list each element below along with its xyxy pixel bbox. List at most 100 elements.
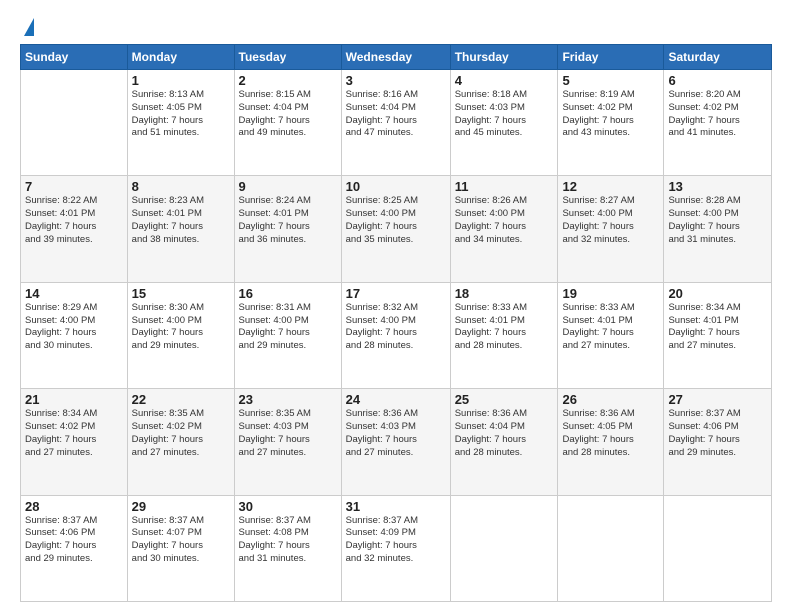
day-header-wednesday: Wednesday <box>341 45 450 70</box>
day-number: 25 <box>455 392 554 407</box>
day-info: Sunrise: 8:36 AM Sunset: 4:03 PM Dayligh… <box>346 408 446 459</box>
day-number: 5 <box>562 73 659 88</box>
calendar-cell: 25Sunrise: 8:36 AM Sunset: 4:04 PM Dayli… <box>450 389 558 495</box>
day-info: Sunrise: 8:30 AM Sunset: 4:00 PM Dayligh… <box>132 302 230 353</box>
day-info: Sunrise: 8:13 AM Sunset: 4:05 PM Dayligh… <box>132 89 230 140</box>
day-number: 10 <box>346 179 446 194</box>
day-info: Sunrise: 8:37 AM Sunset: 4:06 PM Dayligh… <box>25 515 123 566</box>
day-info: Sunrise: 8:31 AM Sunset: 4:00 PM Dayligh… <box>239 302 337 353</box>
day-info: Sunrise: 8:32 AM Sunset: 4:00 PM Dayligh… <box>346 302 446 353</box>
calendar-cell: 3Sunrise: 8:16 AM Sunset: 4:04 PM Daylig… <box>341 70 450 176</box>
calendar-week-5: 28Sunrise: 8:37 AM Sunset: 4:06 PM Dayli… <box>21 495 772 601</box>
day-info: Sunrise: 8:22 AM Sunset: 4:01 PM Dayligh… <box>25 195 123 246</box>
calendar-cell: 4Sunrise: 8:18 AM Sunset: 4:03 PM Daylig… <box>450 70 558 176</box>
calendar-week-2: 7Sunrise: 8:22 AM Sunset: 4:01 PM Daylig… <box>21 176 772 282</box>
day-header-saturday: Saturday <box>664 45 772 70</box>
calendar-cell: 19Sunrise: 8:33 AM Sunset: 4:01 PM Dayli… <box>558 282 664 388</box>
day-info: Sunrise: 8:24 AM Sunset: 4:01 PM Dayligh… <box>239 195 337 246</box>
day-header-monday: Monday <box>127 45 234 70</box>
calendar-cell: 28Sunrise: 8:37 AM Sunset: 4:06 PM Dayli… <box>21 495 128 601</box>
day-info: Sunrise: 8:19 AM Sunset: 4:02 PM Dayligh… <box>562 89 659 140</box>
day-info: Sunrise: 8:36 AM Sunset: 4:04 PM Dayligh… <box>455 408 554 459</box>
calendar-cell: 14Sunrise: 8:29 AM Sunset: 4:00 PM Dayli… <box>21 282 128 388</box>
calendar-cell: 22Sunrise: 8:35 AM Sunset: 4:02 PM Dayli… <box>127 389 234 495</box>
day-info: Sunrise: 8:29 AM Sunset: 4:00 PM Dayligh… <box>25 302 123 353</box>
day-number: 17 <box>346 286 446 301</box>
day-info: Sunrise: 8:34 AM Sunset: 4:02 PM Dayligh… <box>25 408 123 459</box>
calendar-cell: 17Sunrise: 8:32 AM Sunset: 4:00 PM Dayli… <box>341 282 450 388</box>
day-info: Sunrise: 8:23 AM Sunset: 4:01 PM Dayligh… <box>132 195 230 246</box>
day-info: Sunrise: 8:18 AM Sunset: 4:03 PM Dayligh… <box>455 89 554 140</box>
day-info: Sunrise: 8:33 AM Sunset: 4:01 PM Dayligh… <box>562 302 659 353</box>
day-info: Sunrise: 8:28 AM Sunset: 4:00 PM Dayligh… <box>668 195 767 246</box>
day-number: 21 <box>25 392 123 407</box>
calendar-cell: 13Sunrise: 8:28 AM Sunset: 4:00 PM Dayli… <box>664 176 772 282</box>
calendar-table: SundayMondayTuesdayWednesdayThursdayFrid… <box>20 44 772 602</box>
day-info: Sunrise: 8:36 AM Sunset: 4:05 PM Dayligh… <box>562 408 659 459</box>
day-number: 24 <box>346 392 446 407</box>
day-number: 27 <box>668 392 767 407</box>
calendar-cell: 1Sunrise: 8:13 AM Sunset: 4:05 PM Daylig… <box>127 70 234 176</box>
calendar-cell: 12Sunrise: 8:27 AM Sunset: 4:00 PM Dayli… <box>558 176 664 282</box>
calendar-cell: 7Sunrise: 8:22 AM Sunset: 4:01 PM Daylig… <box>21 176 128 282</box>
day-number: 3 <box>346 73 446 88</box>
calendar-cell: 16Sunrise: 8:31 AM Sunset: 4:00 PM Dayli… <box>234 282 341 388</box>
day-number: 8 <box>132 179 230 194</box>
day-number: 23 <box>239 392 337 407</box>
day-number: 12 <box>562 179 659 194</box>
logo-icon <box>24 18 34 36</box>
calendar-cell: 8Sunrise: 8:23 AM Sunset: 4:01 PM Daylig… <box>127 176 234 282</box>
calendar-week-3: 14Sunrise: 8:29 AM Sunset: 4:00 PM Dayli… <box>21 282 772 388</box>
day-number: 6 <box>668 73 767 88</box>
calendar-cell: 31Sunrise: 8:37 AM Sunset: 4:09 PM Dayli… <box>341 495 450 601</box>
day-number: 16 <box>239 286 337 301</box>
calendar-cell: 26Sunrise: 8:36 AM Sunset: 4:05 PM Dayli… <box>558 389 664 495</box>
day-info: Sunrise: 8:15 AM Sunset: 4:04 PM Dayligh… <box>239 89 337 140</box>
calendar-cell <box>450 495 558 601</box>
calendar-cell: 5Sunrise: 8:19 AM Sunset: 4:02 PM Daylig… <box>558 70 664 176</box>
day-header-thursday: Thursday <box>450 45 558 70</box>
calendar-cell: 9Sunrise: 8:24 AM Sunset: 4:01 PM Daylig… <box>234 176 341 282</box>
day-info: Sunrise: 8:34 AM Sunset: 4:01 PM Dayligh… <box>668 302 767 353</box>
calendar-cell: 24Sunrise: 8:36 AM Sunset: 4:03 PM Dayli… <box>341 389 450 495</box>
day-number: 30 <box>239 499 337 514</box>
logo <box>20 18 34 36</box>
day-info: Sunrise: 8:37 AM Sunset: 4:07 PM Dayligh… <box>132 515 230 566</box>
calendar-cell: 15Sunrise: 8:30 AM Sunset: 4:00 PM Dayli… <box>127 282 234 388</box>
calendar-week-1: 1Sunrise: 8:13 AM Sunset: 4:05 PM Daylig… <box>21 70 772 176</box>
calendar-cell: 11Sunrise: 8:26 AM Sunset: 4:00 PM Dayli… <box>450 176 558 282</box>
day-header-tuesday: Tuesday <box>234 45 341 70</box>
day-number: 20 <box>668 286 767 301</box>
day-info: Sunrise: 8:35 AM Sunset: 4:03 PM Dayligh… <box>239 408 337 459</box>
day-number: 9 <box>239 179 337 194</box>
day-info: Sunrise: 8:37 AM Sunset: 4:08 PM Dayligh… <box>239 515 337 566</box>
calendar-cell: 10Sunrise: 8:25 AM Sunset: 4:00 PM Dayli… <box>341 176 450 282</box>
calendar-header-row: SundayMondayTuesdayWednesdayThursdayFrid… <box>21 45 772 70</box>
day-info: Sunrise: 8:26 AM Sunset: 4:00 PM Dayligh… <box>455 195 554 246</box>
calendar-week-4: 21Sunrise: 8:34 AM Sunset: 4:02 PM Dayli… <box>21 389 772 495</box>
day-number: 11 <box>455 179 554 194</box>
day-info: Sunrise: 8:35 AM Sunset: 4:02 PM Dayligh… <box>132 408 230 459</box>
day-info: Sunrise: 8:16 AM Sunset: 4:04 PM Dayligh… <box>346 89 446 140</box>
calendar-cell: 29Sunrise: 8:37 AM Sunset: 4:07 PM Dayli… <box>127 495 234 601</box>
day-header-friday: Friday <box>558 45 664 70</box>
day-info: Sunrise: 8:37 AM Sunset: 4:06 PM Dayligh… <box>668 408 767 459</box>
day-header-sunday: Sunday <box>21 45 128 70</box>
calendar-cell: 21Sunrise: 8:34 AM Sunset: 4:02 PM Dayli… <box>21 389 128 495</box>
day-number: 7 <box>25 179 123 194</box>
calendar-cell <box>21 70 128 176</box>
day-number: 2 <box>239 73 337 88</box>
calendar-cell: 18Sunrise: 8:33 AM Sunset: 4:01 PM Dayli… <box>450 282 558 388</box>
header <box>20 18 772 36</box>
calendar-cell: 6Sunrise: 8:20 AM Sunset: 4:02 PM Daylig… <box>664 70 772 176</box>
day-info: Sunrise: 8:27 AM Sunset: 4:00 PM Dayligh… <box>562 195 659 246</box>
day-number: 14 <box>25 286 123 301</box>
day-info: Sunrise: 8:20 AM Sunset: 4:02 PM Dayligh… <box>668 89 767 140</box>
day-info: Sunrise: 8:25 AM Sunset: 4:00 PM Dayligh… <box>346 195 446 246</box>
day-number: 31 <box>346 499 446 514</box>
day-info: Sunrise: 8:37 AM Sunset: 4:09 PM Dayligh… <box>346 515 446 566</box>
day-number: 26 <box>562 392 659 407</box>
day-number: 29 <box>132 499 230 514</box>
calendar-cell: 30Sunrise: 8:37 AM Sunset: 4:08 PM Dayli… <box>234 495 341 601</box>
day-number: 22 <box>132 392 230 407</box>
